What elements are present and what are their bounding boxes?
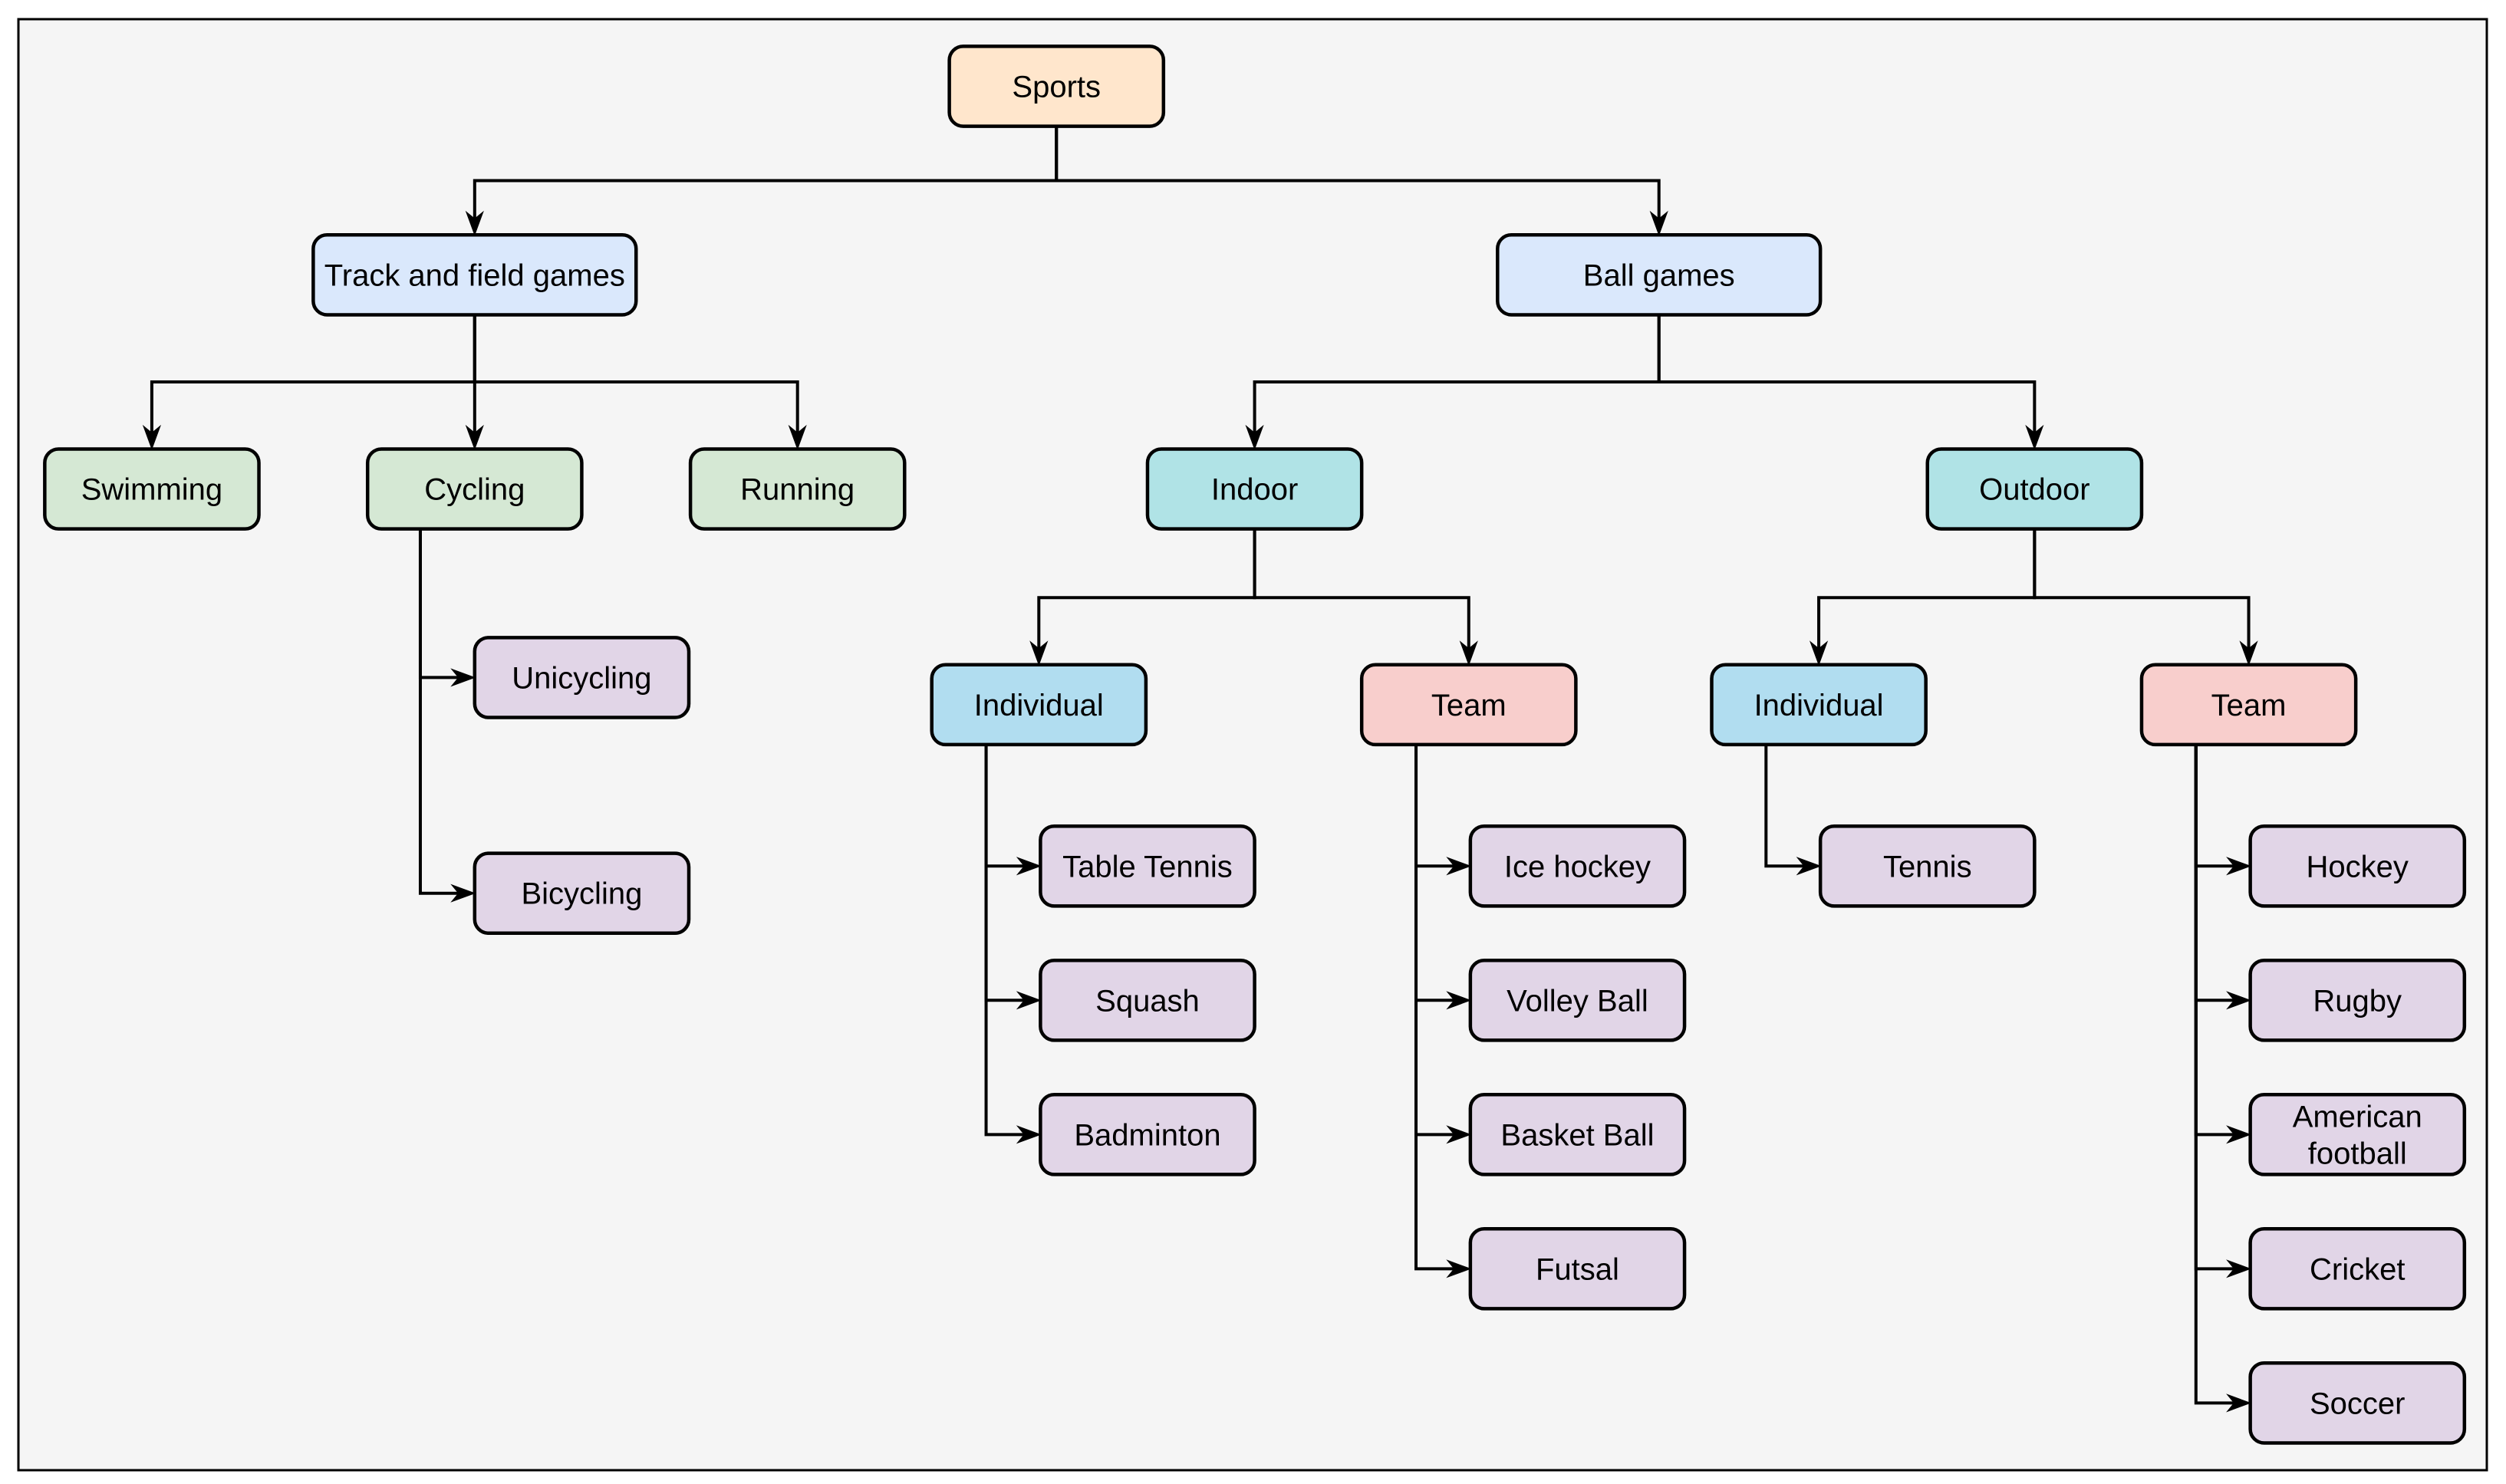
node-cricket[interactable]: Cricket bbox=[2248, 1226, 2467, 1311]
node-indoor[interactable]: Indoor bbox=[1145, 447, 1364, 531]
node-label: Running bbox=[740, 473, 855, 507]
node-indoor-team[interactable]: Team bbox=[1359, 663, 1578, 747]
node-basket-ball[interactable]: Basket Ball bbox=[1468, 1092, 1687, 1176]
node-running[interactable]: Running bbox=[688, 447, 907, 531]
node-sports[interactable]: Sports bbox=[947, 44, 1166, 128]
node-rugby[interactable]: Rugby bbox=[2248, 958, 2467, 1042]
node-tennis[interactable]: Tennis bbox=[1818, 824, 2037, 908]
node-label: Ice hockey bbox=[1504, 850, 1651, 883]
node-label: Soccer bbox=[2310, 1387, 2406, 1420]
node-squash[interactable]: Squash bbox=[1039, 958, 1256, 1042]
node-bicycling[interactable]: Bicycling bbox=[473, 851, 691, 936]
node-label: football bbox=[2308, 1137, 2407, 1170]
node-track[interactable]: Track and field games bbox=[311, 233, 638, 317]
node-label: Futsal bbox=[1536, 1252, 1619, 1286]
node-label: Badminton bbox=[1074, 1118, 1220, 1152]
node-label: Indoor bbox=[1211, 473, 1298, 507]
node-cycling[interactable]: Cycling bbox=[365, 447, 584, 531]
node-hockey[interactable]: Hockey bbox=[2248, 824, 2467, 908]
node-label: Cricket bbox=[2310, 1252, 2405, 1286]
node-swimming[interactable]: Swimming bbox=[43, 447, 261, 531]
node-label: Team bbox=[2211, 689, 2287, 722]
node-american-football[interactable]: Americanfootball bbox=[2248, 1092, 2467, 1176]
node-label: Team bbox=[1431, 689, 1507, 722]
node-table-tennis[interactable]: Table Tennis bbox=[1039, 824, 1256, 908]
node-label: Volley Ball bbox=[1507, 984, 1648, 1018]
node-futsal[interactable]: Futsal bbox=[1468, 1226, 1687, 1311]
node-label: Rugby bbox=[2313, 984, 2402, 1018]
node-ice-hockey[interactable]: Ice hockey bbox=[1468, 824, 1687, 908]
node-outdoor-individual[interactable]: Individual bbox=[1710, 663, 1928, 747]
node-unicycling[interactable]: Unicycling bbox=[473, 636, 691, 719]
node-label: Sports bbox=[1012, 71, 1101, 104]
node-soccer[interactable]: Soccer bbox=[2248, 1361, 2467, 1445]
node-label: Tennis bbox=[1883, 850, 1972, 883]
node-label: Ball games bbox=[1583, 258, 1735, 292]
node-label: Hockey bbox=[2307, 850, 2409, 883]
node-label: Track and field games bbox=[324, 258, 625, 292]
node-outdoor[interactable]: Outdoor bbox=[1925, 447, 2144, 531]
node-label: Squash bbox=[1095, 984, 1200, 1018]
node-label: Cycling bbox=[424, 473, 525, 507]
node-outdoor-team[interactable]: Team bbox=[2139, 663, 2358, 747]
sports-hierarchy-diagram: Sports Track and field games Ball games Swi… bbox=[17, 18, 2488, 1472]
node-label: Swimming bbox=[81, 473, 222, 507]
node-indoor-individual[interactable]: Individual bbox=[930, 663, 1148, 747]
node-volley-ball[interactable]: Volley Ball bbox=[1468, 958, 1687, 1042]
node-badminton[interactable]: Badminton bbox=[1039, 1092, 1256, 1176]
node-label: Table Tennis bbox=[1062, 850, 1233, 883]
node-label: American bbox=[2293, 1100, 2422, 1134]
node-label: Individual bbox=[1754, 689, 1884, 722]
node-label: Bicycling bbox=[521, 877, 642, 911]
node-label: Outdoor bbox=[1979, 473, 2090, 507]
node-label: Basket Ball bbox=[1500, 1118, 1654, 1152]
node-ball[interactable]: Ball games bbox=[1496, 233, 1823, 317]
node-label: Individual bbox=[974, 689, 1104, 722]
node-label: Unicycling bbox=[512, 661, 651, 695]
